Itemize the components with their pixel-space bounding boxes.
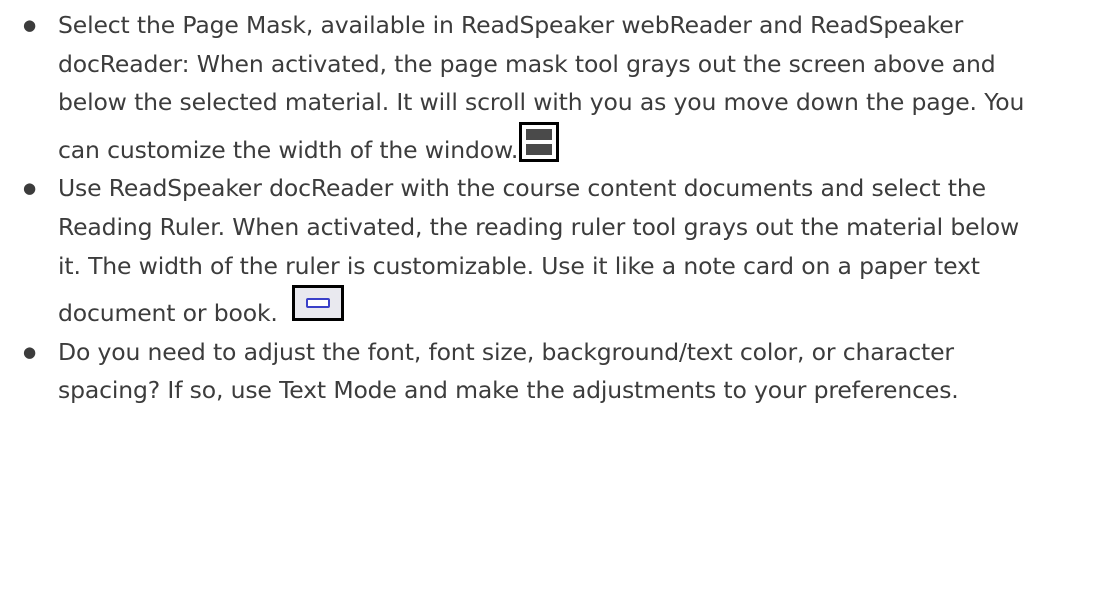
list-item-text-mode: ● Do you need to adjust the font, font s… — [23, 333, 1040, 410]
bullet-marker: ● — [23, 342, 36, 361]
reading-ruler-icon — [291, 285, 344, 322]
list-item-text: Do you need to adjust the font, font siz… — [58, 337, 959, 405]
list-item-reading-ruler: ● Use ReadSpeaker docReader with the cou… — [23, 169, 1040, 332]
list-item-page-mask: ● Select the Page Mask, available in Rea… — [23, 6, 1040, 169]
bullet-list: ● Select the Page Mask, available in Rea… — [0, 6, 1040, 410]
list-item-text: Use ReadSpeaker docReader with the cours… — [58, 174, 1020, 328]
bullet-marker: ● — [23, 16, 36, 34]
page-mask-icon — [519, 121, 560, 162]
bullet-marker: ● — [23, 179, 36, 198]
document-page: ● Select the Page Mask, available in Rea… — [0, 0, 1102, 597]
